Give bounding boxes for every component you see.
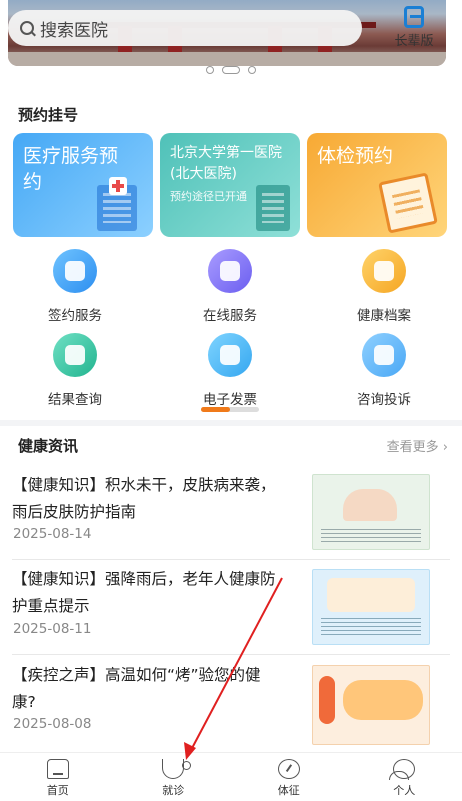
bottom-nav: 首页 就诊 体征 个人 — [0, 752, 462, 801]
service-online[interactable]: 在线服务 — [180, 249, 280, 324]
news-item[interactable]: 【健康知识】强降雨后，老年人健康防护重点提示 2025-08-11 — [0, 566, 462, 656]
service-label: 健康档案 — [357, 308, 411, 324]
printer-icon — [208, 333, 252, 377]
clipboard-icon — [378, 172, 438, 234]
service-sign-contract[interactable]: 签约服务 — [25, 249, 125, 324]
stethoscope-icon — [162, 759, 192, 779]
section-divider — [0, 420, 462, 426]
gauge-icon — [277, 759, 300, 779]
news-more-label: 查看更多 — [386, 440, 439, 455]
home-icon — [46, 759, 69, 779]
person-icon — [389, 759, 416, 780]
search-input[interactable]: 搜索医院 — [8, 10, 362, 46]
news-section-title: 健康资讯 — [13, 437, 83, 456]
card-title: 北京大学第一医院(北大医院) — [170, 145, 282, 182]
bag-smile-icon — [362, 333, 406, 377]
medical-service-booking-card[interactable]: 医疗服务预约 — [13, 133, 153, 237]
medical-cross-icon — [109, 177, 127, 195]
news-thumbnail — [312, 474, 430, 550]
tab-home[interactable]: 首页 — [0, 753, 116, 801]
service-label: 签约服务 — [48, 308, 102, 324]
news-item[interactable]: 【健康知识】积水未干，皮肤病来袭，雨后皮肤防护指南 2025-08-14 — [0, 472, 462, 560]
tab-label: 首页 — [46, 784, 69, 797]
search-placeholder: 搜索医院 — [40, 20, 108, 41]
elder-mode-icon — [404, 6, 424, 28]
news-title: 【健康知识】强降雨后，老年人健康防护重点提示 — [12, 570, 276, 615]
search-icon — [20, 21, 34, 35]
news-date: 2025-08-08 — [13, 716, 92, 732]
booking-section-title: 预约挂号 — [13, 106, 83, 125]
elder-mode-button[interactable]: 长辈版 — [392, 6, 436, 49]
handshake-icon — [53, 249, 97, 293]
hospital-building-icon — [256, 185, 290, 231]
service-label: 在线服务 — [203, 308, 257, 324]
magnifier-plus-icon — [53, 333, 97, 377]
news-date: 2025-08-14 — [13, 526, 92, 542]
chevron-right-icon: › — [442, 440, 448, 455]
tab-label: 体征 — [277, 784, 300, 797]
banner-dot — [206, 66, 214, 74]
news-date: 2025-08-11 — [13, 621, 92, 637]
tab-profile[interactable]: 个人 — [347, 753, 462, 801]
banner-ground — [8, 52, 446, 66]
tab-visit[interactable]: 就诊 — [116, 753, 232, 801]
banner-dot — [248, 66, 256, 74]
news-divider — [12, 559, 450, 560]
news-item[interactable]: 【疾控之声】高温如何“烤”验您的健康? 2025-08-08 — [0, 662, 462, 748]
elder-mode-label: 长辈版 — [394, 34, 434, 49]
folder-plus-icon — [362, 249, 406, 293]
doctor-icon — [208, 249, 252, 293]
news-title: 【健康知识】积水未干，皮肤病来袭，雨后皮肤防护指南 — [12, 476, 276, 521]
banner-pagination — [0, 66, 462, 74]
news-thumbnail — [312, 569, 430, 645]
service-result-query[interactable]: 结果查询 — [25, 333, 125, 408]
tab-label: 个人 — [393, 784, 416, 797]
tab-vitals[interactable]: 体征 — [231, 753, 347, 801]
service-grid-pager — [201, 407, 259, 412]
service-consult-complaint[interactable]: 咨询投诉 — [334, 333, 434, 408]
service-label: 咨询投诉 — [357, 392, 411, 408]
news-more-link[interactable]: 查看更多 › — [387, 436, 448, 455]
banner-dot-active — [222, 66, 240, 74]
peking-university-first-hospital-card[interactable]: 北京大学第一医院(北大医院) 预约途径已开通 — [160, 133, 300, 237]
tab-label: 就诊 — [162, 784, 185, 797]
service-grid-pager-active — [201, 407, 230, 412]
service-label: 电子发票 — [203, 392, 257, 408]
news-thumbnail — [312, 665, 430, 745]
service-health-record[interactable]: 健康档案 — [334, 249, 434, 324]
service-label: 结果查询 — [48, 392, 102, 408]
service-e-invoice[interactable]: 电子发票 — [180, 333, 280, 408]
news-title: 【疾控之声】高温如何“烤”验您的健康? — [12, 666, 261, 711]
card-title: 体检预约 — [317, 145, 394, 167]
physical-exam-booking-card[interactable]: 体检预约 — [307, 133, 447, 237]
news-divider — [12, 654, 450, 655]
